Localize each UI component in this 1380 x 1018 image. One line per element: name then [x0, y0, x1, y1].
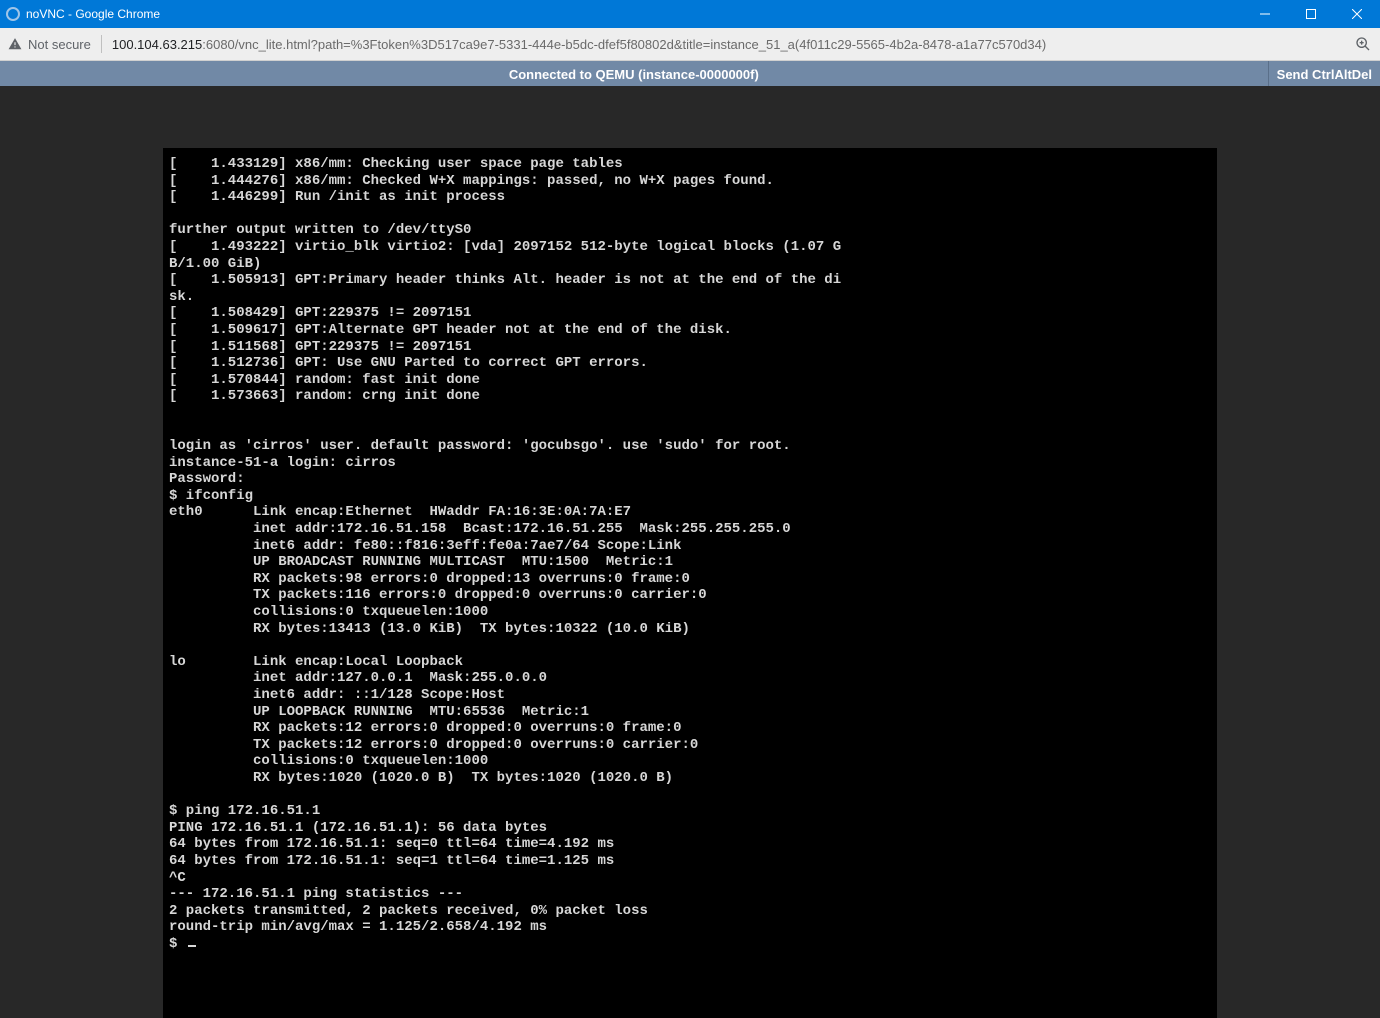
window-title: noVNC - Google Chrome: [26, 7, 160, 21]
terminal-cursor: [188, 945, 196, 947]
maximize-button[interactable]: [1288, 0, 1334, 28]
warning-icon: [8, 37, 22, 51]
vnc-canvas-area[interactable]: [ 1.433129] x86/mm: Checking user space …: [0, 86, 1380, 1018]
terminal-output[interactable]: [ 1.433129] x86/mm: Checking user space …: [163, 148, 1217, 1018]
not-secure-label: Not secure: [28, 37, 91, 52]
titlebar-left: noVNC - Google Chrome: [6, 7, 160, 21]
vnc-status-bar: Connected to QEMU (instance-0000000f) Se…: [0, 61, 1380, 87]
zoom-icon[interactable]: [1354, 35, 1372, 53]
not-secure-badge[interactable]: Not secure: [8, 37, 91, 52]
window-controls: [1242, 0, 1380, 28]
app-icon: [6, 7, 20, 21]
close-button[interactable]: [1334, 0, 1380, 28]
chrome-titlebar: noVNC - Google Chrome: [0, 0, 1380, 28]
url-host: 100.104.63.215: [112, 37, 202, 52]
url-rest: :6080/vnc_lite.html?path=%3Ftoken%3D517c…: [202, 37, 1046, 52]
minimize-button[interactable]: [1242, 0, 1288, 28]
addressbar-separator: [101, 35, 102, 53]
chrome-addressbar: Not secure 100.104.63.215:6080/vnc_lite.…: [0, 28, 1380, 61]
send-ctrlaltdel-button[interactable]: Send CtrlAltDel: [1268, 61, 1380, 87]
url-field[interactable]: 100.104.63.215:6080/vnc_lite.html?path=%…: [112, 37, 1344, 52]
vnc-status-text: Connected to QEMU (instance-0000000f): [0, 61, 1268, 87]
